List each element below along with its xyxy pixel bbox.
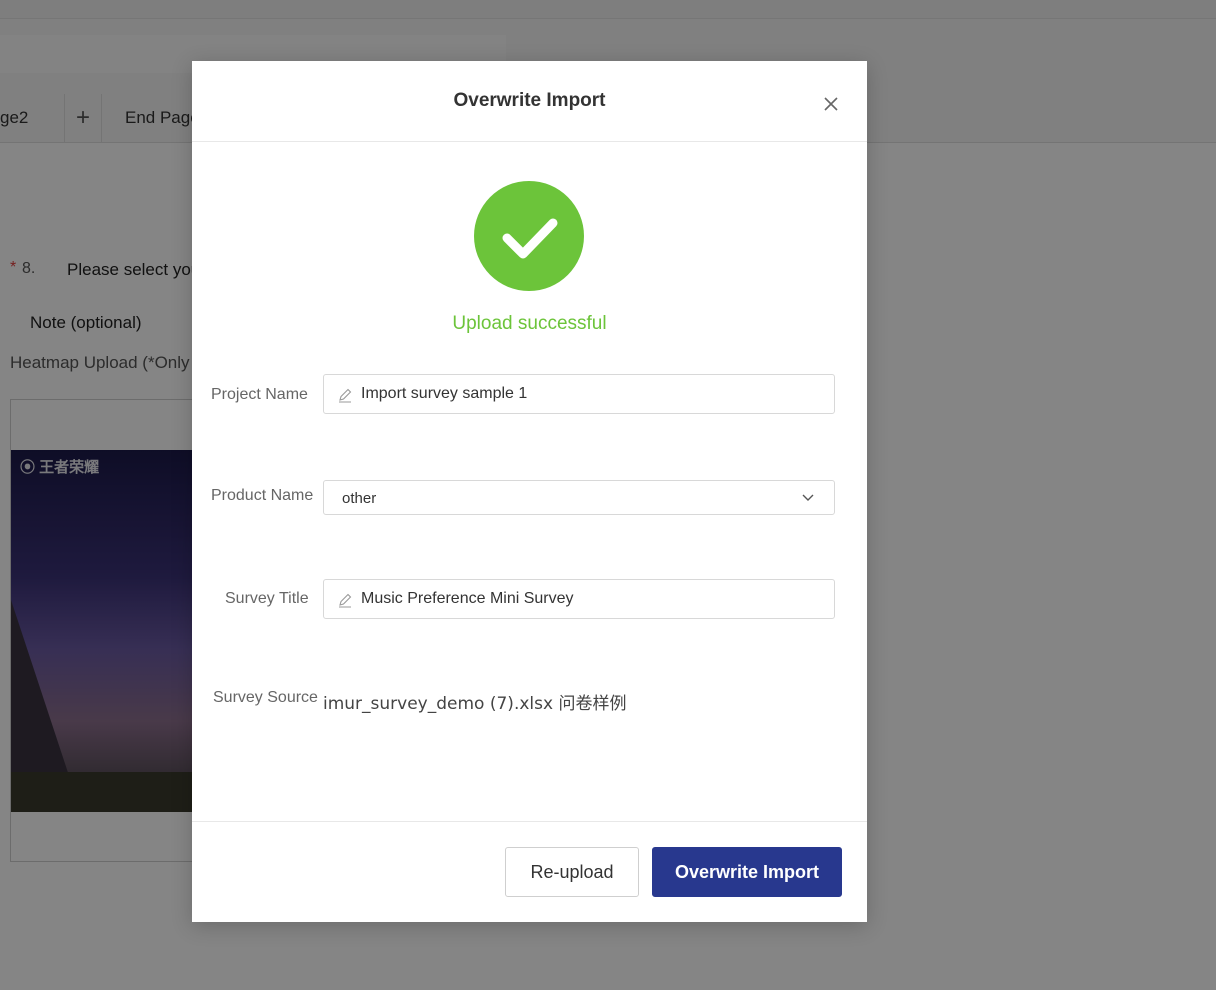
dialog-title: Overwrite Import bbox=[453, 90, 606, 111]
survey-source-value: imur_survey_demo (7).xlsx 问卷样例 bbox=[323, 694, 627, 714]
overwrite-import-button[interactable]: Overwrite Import bbox=[652, 847, 842, 897]
pen-icon bbox=[339, 593, 352, 608]
check-icon bbox=[502, 218, 558, 259]
reupload-button[interactable]: Re-upload bbox=[505, 847, 639, 897]
dialog-footer: Re-upload Overwrite Import bbox=[192, 821, 867, 923]
success-badge bbox=[474, 181, 584, 291]
overwrite-import-dialog: Overwrite Import Upload successful Proje… bbox=[192, 61, 867, 922]
close-icon[interactable] bbox=[820, 93, 842, 115]
dialog-header: Overwrite Import bbox=[192, 61, 867, 142]
project-name-field[interactable] bbox=[323, 374, 835, 414]
product-name-select[interactable]: other bbox=[323, 480, 835, 515]
survey-title-field[interactable] bbox=[323, 579, 835, 619]
project-name-input[interactable] bbox=[361, 375, 821, 413]
upload-status-text: Upload successful bbox=[452, 313, 607, 334]
pen-icon bbox=[339, 388, 352, 403]
survey-source-label: Survey Source bbox=[213, 689, 318, 706]
product-name-label: Product Name bbox=[211, 487, 314, 504]
product-name-value: other bbox=[342, 490, 377, 507]
chevron-down-icon bbox=[802, 494, 814, 501]
survey-title-input[interactable] bbox=[361, 580, 821, 618]
survey-title-label: Survey Title bbox=[225, 590, 309, 607]
project-name-label: Project Name bbox=[211, 386, 308, 403]
